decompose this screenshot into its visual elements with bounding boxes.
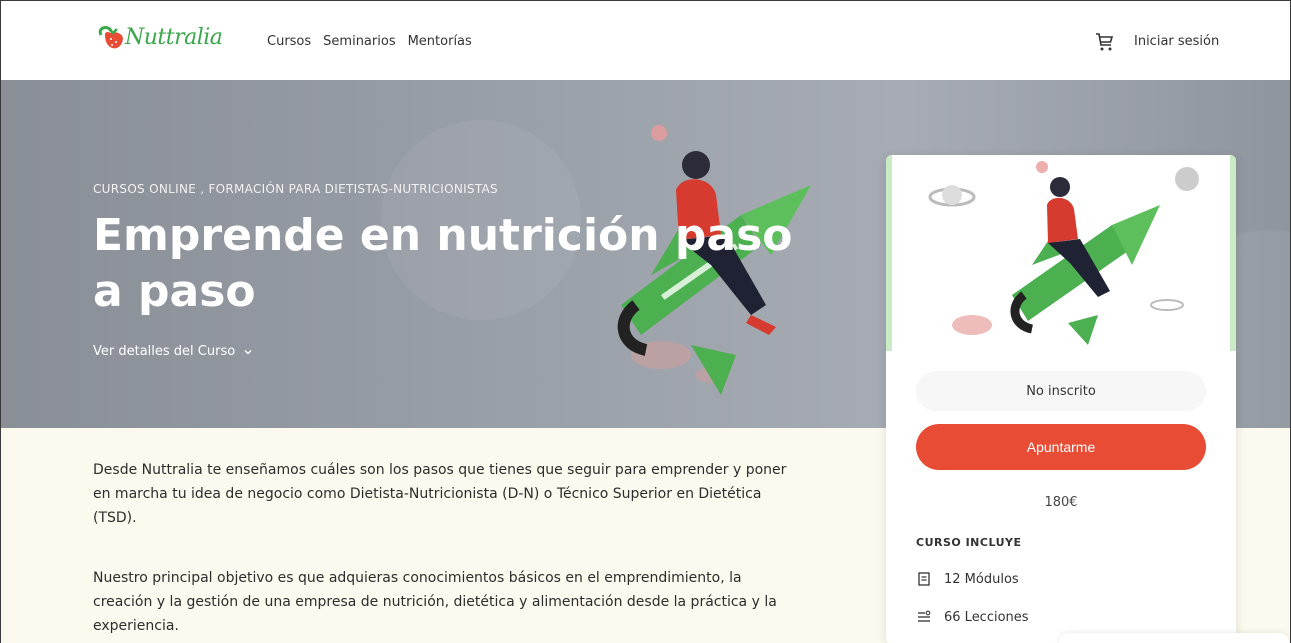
course-details-label: Ver detalles del Curso: [93, 344, 236, 359]
nav-item-cursos[interactable]: Cursos: [267, 34, 311, 49]
nav-item-mentorias[interactable]: Mentorías: [408, 34, 472, 49]
course-title: Emprende en nutrición paso a paso: [93, 210, 793, 317]
login-link[interactable]: Iniciar sesión: [1134, 34, 1219, 49]
nav-item-seminarios[interactable]: Seminarios: [323, 34, 395, 49]
logo-text: Nuttralia: [125, 25, 223, 50]
main-nav: Cursos Seminarios Mentorías: [267, 34, 472, 49]
include-item-modules: 12 Módulos: [916, 571, 1019, 587]
enrollment-status-badge: No inscrito: [916, 371, 1206, 411]
description-paragraph: Nuestro principal objetivo es que adquie…: [93, 570, 777, 634]
course-enroll-card: No inscrito Apuntarme 180€ CURSO INCLUYE…: [886, 155, 1236, 643]
strawberry-logo-icon: [98, 26, 123, 49]
chevron-down-icon: [244, 349, 252, 354]
course-details-toggle[interactable]: Ver detalles del Curso: [93, 344, 253, 359]
include-item-label: 66 Lecciones: [944, 609, 1029, 625]
course-thumbnail: [886, 155, 1236, 351]
chat-widget-tab[interactable]: [1059, 633, 1289, 643]
include-item-lessons: 66 Lecciones: [916, 609, 1029, 625]
book-icon: [918, 572, 930, 586]
hero-categories[interactable]: CURSOS ONLINE , FORMACIÓN PARA DIETISTAS…: [93, 182, 498, 196]
course-includes-heading: CURSO INCLUYE: [916, 536, 1022, 549]
top-header: Nuttralia Cursos Seminarios Mentorías In…: [1, 1, 1290, 80]
description-paragraph: Desde Nuttralia te enseñamos cuáles son …: [93, 462, 787, 526]
course-price: 180€: [1044, 495, 1078, 510]
nuttralia-logo[interactable]: Nuttralia: [95, 21, 245, 63]
list-icon: [918, 610, 931, 622]
include-item-label: 12 Módulos: [944, 571, 1019, 587]
rocket-thumbnail-illustration: [928, 161, 1199, 345]
enroll-button[interactable]: Apuntarme: [916, 424, 1206, 470]
cart-icon[interactable]: [1093, 31, 1115, 53]
